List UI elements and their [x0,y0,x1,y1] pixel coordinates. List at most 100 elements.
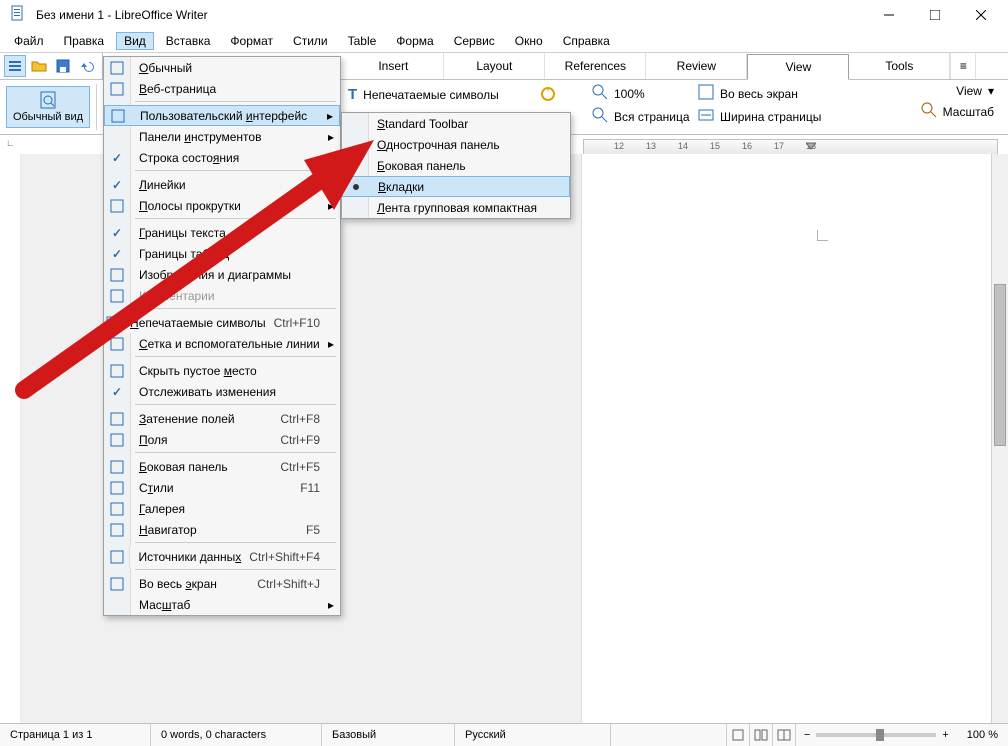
menu-item[interactable]: ✓Границы текста [104,222,340,243]
brush-icon[interactable] [540,86,556,105]
tab-insert[interactable]: Insert [343,53,444,79]
status-style[interactable]: Базовый [322,724,455,746]
scroll-icon [109,198,125,214]
menu-item[interactable]: Веб-страница [104,78,340,99]
status-page[interactable]: Страница 1 из 1 [0,724,151,746]
menu-window[interactable]: Окно [507,32,551,50]
zoom-out-button[interactable]: − [804,729,810,741]
vertical-scrollbar[interactable] [991,154,1008,724]
scale-button[interactable]: Масштаб [913,100,1002,123]
menu-item-label: Сетка и вспомогательные линии [131,337,340,351]
menu-item-label: Границы таблиц [131,247,340,261]
zoom-slider[interactable] [816,733,936,737]
zoom-percent-label[interactable]: 100 % [957,724,1008,746]
menu-item[interactable]: Обычный [104,57,340,78]
menu-item[interactable]: Во весь экранCtrl+Shift+J [104,573,340,594]
field-icon [109,432,125,448]
menu-format[interactable]: Формат [222,32,281,50]
document-page[interactable] [581,154,1008,724]
menu-styles[interactable]: Стили [285,32,336,50]
menu-item[interactable]: Изображения и диаграммы [104,264,340,285]
menu-item[interactable]: ✓Линейки▸ [104,174,340,195]
ruler-tick: 16 [742,141,752,151]
menu-item[interactable]: ✓Границы таблиц [104,243,340,264]
qat-undo-icon[interactable] [76,55,98,77]
menu-item[interactable]: Полосы прокрутки▸ [104,195,340,216]
menu-item-label: Комментарии [131,289,340,303]
status-language[interactable]: Русский [455,724,611,746]
submenu-arrow-icon: ▸ [328,199,334,213]
menu-item-label: Веб-страница [131,82,340,96]
menu-table[interactable]: Table [340,32,385,50]
title-bar: Без имени 1 - LibreOffice Writer [0,0,1008,30]
tab-tools[interactable]: Tools [849,53,950,79]
status-view-book-icon[interactable] [773,724,796,746]
scrollbar-thumb[interactable] [994,284,1006,446]
ruler-origin-marker: ∟ [6,138,15,148]
sidebar-icon [109,459,125,475]
view-dropdown-button[interactable]: View ▾ [948,82,1002,100]
menu-insert[interactable]: Вставка [158,32,219,50]
close-button[interactable] [958,0,1004,30]
tab-review[interactable]: Review [646,53,747,79]
zoom-100-button[interactable]: 100% [584,82,698,105]
menu-item[interactable]: Затенение полейCtrl+F8 [104,408,340,429]
submenu-item[interactable]: Standard Toolbar [342,113,570,134]
menu-item[interactable]: НавигаторF5 [104,519,340,540]
indent-marker-icon[interactable] [806,139,816,155]
status-view-multi-icon[interactable] [750,724,773,746]
whole-page-label: Вся страница [614,110,690,124]
tab-view[interactable]: View [747,54,849,80]
qat-save-icon[interactable] [52,55,74,77]
scale-label: Масштаб [943,105,994,119]
fullscreen-button[interactable]: Во весь экран [690,82,829,105]
status-wordcount[interactable]: 0 words, 0 characters [151,724,322,746]
menu-item-shortcut: Ctrl+F8 [272,412,340,426]
submenu-item[interactable]: Лента групповая компактная [342,197,570,218]
status-view-single-icon[interactable] [727,724,750,746]
formatting-marks-button[interactable]: T Непечатаемые символы [340,84,507,105]
menu-item[interactable]: Галерея [104,498,340,519]
menu-item[interactable]: Панели инструментов▸ [104,126,340,147]
menu-item-shortcut: F5 [298,523,340,537]
menu-item[interactable]: Непечатаемые символыCtrl+F10 [104,312,340,333]
maximize-button[interactable] [912,0,958,30]
menu-help[interactable]: Справка [555,32,618,50]
menu-item[interactable]: ПоляCtrl+F9 [104,429,340,450]
submenu-item[interactable]: Боковая панель [342,155,570,176]
menu-item-shortcut: Ctrl+Shift+J [249,577,340,591]
menu-view[interactable]: Вид [116,32,154,50]
menu-item[interactable]: Источники данныхCtrl+Shift+F4 [104,546,340,567]
menu-edit[interactable]: Правка [56,32,113,50]
menu-item[interactable]: Сетка и вспомогательные линии▸ [104,333,340,354]
menu-item[interactable]: Пользовательский интерфейс▸ [104,105,340,126]
tab-overflow-icon[interactable]: ≡ [950,53,976,79]
menu-item[interactable]: Скрыть пустое место [104,360,340,381]
vertical-ruler[interactable] [0,154,21,724]
tab-references[interactable]: References [545,53,646,79]
zoom-slider-thumb[interactable] [876,729,884,741]
submenu-arrow-icon: ▸ [328,337,334,351]
menu-item[interactable]: ✓Строка состояния [104,147,340,168]
submenu-item[interactable]: Вкладки [342,176,570,197]
horizontal-ruler[interactable]: 12 13 14 15 16 17 18 [583,139,998,155]
menu-item[interactable]: Масштаб▸ [104,594,340,615]
page-width-button[interactable]: Ширина страницы [690,105,829,128]
window-title: Без имени 1 - LibreOffice Writer [36,8,866,22]
qat-open-icon[interactable] [28,55,50,77]
whole-page-button[interactable]: Вся страница [584,105,698,128]
menu-item[interactable]: СтилиF11 [104,477,340,498]
menu-tools[interactable]: Сервис [446,32,503,50]
normal-view-button[interactable]: Обычный вид [6,86,90,128]
minimize-button[interactable] [866,0,912,30]
zoom-100-label: 100% [614,87,645,101]
zoom-in-button[interactable]: + [942,729,948,741]
menu-form[interactable]: Форма [388,32,441,50]
menu-file[interactable]: Файл [6,32,52,50]
qat-hamburger-icon[interactable] [4,55,26,77]
submenu-item[interactable]: Однострочная панель [342,134,570,155]
tab-layout[interactable]: Layout [444,53,545,79]
menu-item[interactable]: ✓Отслеживать изменения [104,381,340,402]
menu-item-label: Линейки [131,178,340,192]
menu-item[interactable]: Боковая панельCtrl+F5 [104,456,340,477]
